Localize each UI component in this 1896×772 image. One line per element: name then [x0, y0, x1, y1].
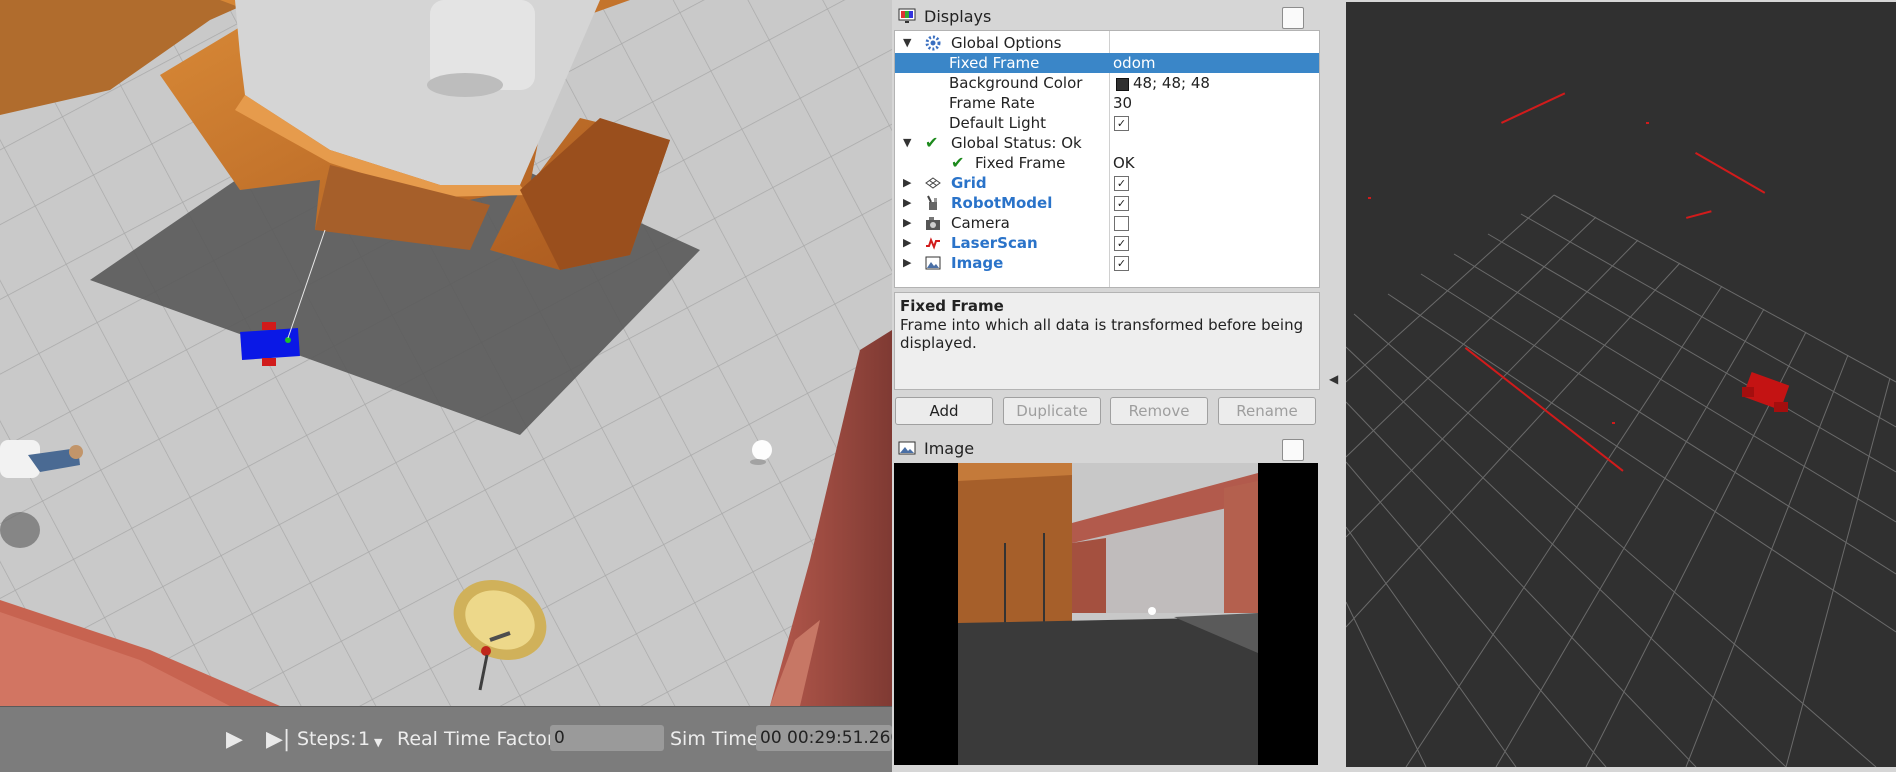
tree-row-label: Frame Rate — [949, 94, 1035, 112]
tree-row-global-options[interactable]: ▼ Global Options — [895, 33, 1319, 53]
gear-icon — [925, 35, 941, 51]
rviz-3d-view[interactable] — [1346, 2, 1896, 767]
duplicate-button[interactable]: Duplicate — [1003, 397, 1101, 425]
image-panel-title: Image — [924, 439, 975, 458]
tree-row-laserscan[interactable]: ▶ LaserScan ✓ — [895, 233, 1319, 253]
rviz-splitter[interactable]: ◀ — [1322, 0, 1346, 772]
tree-row-default-light[interactable]: Default Light ✓ — [895, 113, 1319, 133]
background-color-value[interactable]: 48; 48; 48 — [1133, 73, 1210, 93]
description-body: Frame into which all data is transformed… — [900, 316, 1304, 352]
gazebo-toolbar: ▶ ▶| Steps: 1 ▼ Real Time Factor: 0 Sim … — [0, 706, 892, 772]
expand-arrow-icon[interactable]: ▶ — [903, 233, 911, 253]
tree-row-label: Grid — [951, 174, 987, 192]
tree-row-label: Global Status: Ok — [951, 134, 1082, 152]
tree-row-label: Global Options — [951, 34, 1062, 52]
tree-row-label: Image — [951, 254, 1004, 272]
grid-icon — [925, 177, 941, 189]
robot-model-icon — [927, 195, 937, 210]
real-time-factor-label: Real Time Factor: — [397, 728, 561, 750]
step-icon[interactable]: ▶| — [266, 729, 290, 751]
remove-button[interactable]: Remove — [1110, 397, 1208, 425]
collapse-arrow-icon[interactable]: ▼ — [903, 33, 911, 53]
sim-time-field: 00 00:29:51.260 — [756, 725, 892, 751]
tree-row-grid[interactable]: ▶ Grid ✓ — [895, 173, 1319, 193]
image-icon — [925, 256, 941, 270]
tree-row-background-color[interactable]: Background Color 48; 48; 48 — [895, 73, 1319, 93]
displays-panel-title-bar: Displays — [892, 4, 1320, 30]
fixed-frame-value[interactable]: odom — [1113, 53, 1156, 73]
displays-icon — [898, 8, 916, 23]
camera-image-view — [894, 463, 1318, 765]
tree-row-label: LaserScan — [951, 234, 1038, 252]
laserscan-icon — [926, 237, 940, 250]
displays-panel-close-button[interactable] — [1282, 7, 1304, 29]
expand-arrow-icon[interactable]: ▶ — [903, 253, 911, 273]
tree-row-fixed-frame[interactable]: Fixed Frame odom — [895, 53, 1319, 73]
checkmark-icon: ✔ — [951, 153, 965, 172]
rviz-left-dock: Displays ▼ Global Options Fixed Frame od… — [892, 0, 1322, 772]
camera-icon — [926, 217, 940, 230]
play-icon[interactable]: ▶ — [226, 729, 243, 751]
robotmodel-checkbox[interactable]: ✓ — [1114, 196, 1129, 211]
tree-row-label: Fixed Frame — [949, 54, 1040, 72]
steps-dropdown-icon[interactable]: ▼ — [374, 736, 382, 749]
tree-row-image[interactable]: ▶ Image ✓ — [895, 253, 1319, 273]
real-time-factor-field: 0 — [550, 725, 664, 751]
collapse-left-arrow-icon[interactable]: ◀ — [1329, 372, 1338, 386]
tree-row-global-status[interactable]: ▼ ✔ Global Status: Ok — [895, 133, 1319, 153]
displays-tree[interactable]: ▼ Global Options Fixed Frame odom Backgr… — [894, 30, 1320, 288]
tree-row-status-fixed-frame[interactable]: ✔ Fixed Frame OK — [895, 153, 1319, 173]
status-value: OK — [1113, 154, 1135, 172]
tree-row-frame-rate[interactable]: Frame Rate 30 — [895, 93, 1319, 113]
image-panel-title-bar: Image — [892, 436, 1320, 462]
description-title: Fixed Frame — [900, 297, 1004, 315]
checkmark-icon: ✔ — [925, 133, 939, 152]
displays-panel-title: Displays — [924, 7, 992, 26]
laserscan-checkbox[interactable]: ✓ — [1114, 236, 1129, 251]
tree-row-label: Fixed Frame — [975, 154, 1066, 172]
add-button[interactable]: Add — [895, 397, 993, 425]
tree-row-robotmodel[interactable]: ▶ RobotModel ✓ — [895, 193, 1319, 213]
image-icon — [898, 441, 916, 455]
gazebo-window: ▶ ▶| Steps: 1 ▼ Real Time Factor: 0 Sim … — [0, 0, 892, 772]
expand-arrow-icon[interactable]: ▶ — [903, 173, 911, 193]
camera-checkbox[interactable] — [1114, 216, 1129, 231]
tree-row-label: RobotModel — [951, 194, 1053, 212]
collapse-arrow-icon[interactable]: ▼ — [903, 133, 911, 153]
frame-rate-value[interactable]: 30 — [1113, 93, 1132, 113]
rename-button[interactable]: Rename — [1218, 397, 1316, 425]
grid-checkbox[interactable]: ✓ — [1114, 176, 1129, 191]
steps-value[interactable]: 1 — [358, 728, 370, 750]
steps-label: Steps: — [297, 728, 357, 750]
tree-row-label: Background Color — [949, 74, 1083, 92]
tree-row-camera[interactable]: ▶ Camera — [895, 213, 1319, 233]
tree-row-label: Default Light — [949, 114, 1047, 132]
expand-arrow-icon[interactable]: ▶ — [903, 193, 911, 213]
gazebo-3d-scene[interactable] — [0, 0, 892, 706]
description-box: Fixed Frame Frame into which all data is… — [894, 292, 1320, 390]
tree-row-label: Camera — [951, 214, 1010, 232]
expand-arrow-icon[interactable]: ▶ — [903, 213, 911, 233]
sim-time-label: Sim Time: — [670, 728, 765, 750]
image-panel-close-button[interactable] — [1282, 439, 1304, 461]
image-checkbox[interactable]: ✓ — [1114, 256, 1129, 271]
default-light-checkbox[interactable]: ✓ — [1114, 116, 1129, 131]
color-swatch[interactable] — [1116, 78, 1129, 91]
